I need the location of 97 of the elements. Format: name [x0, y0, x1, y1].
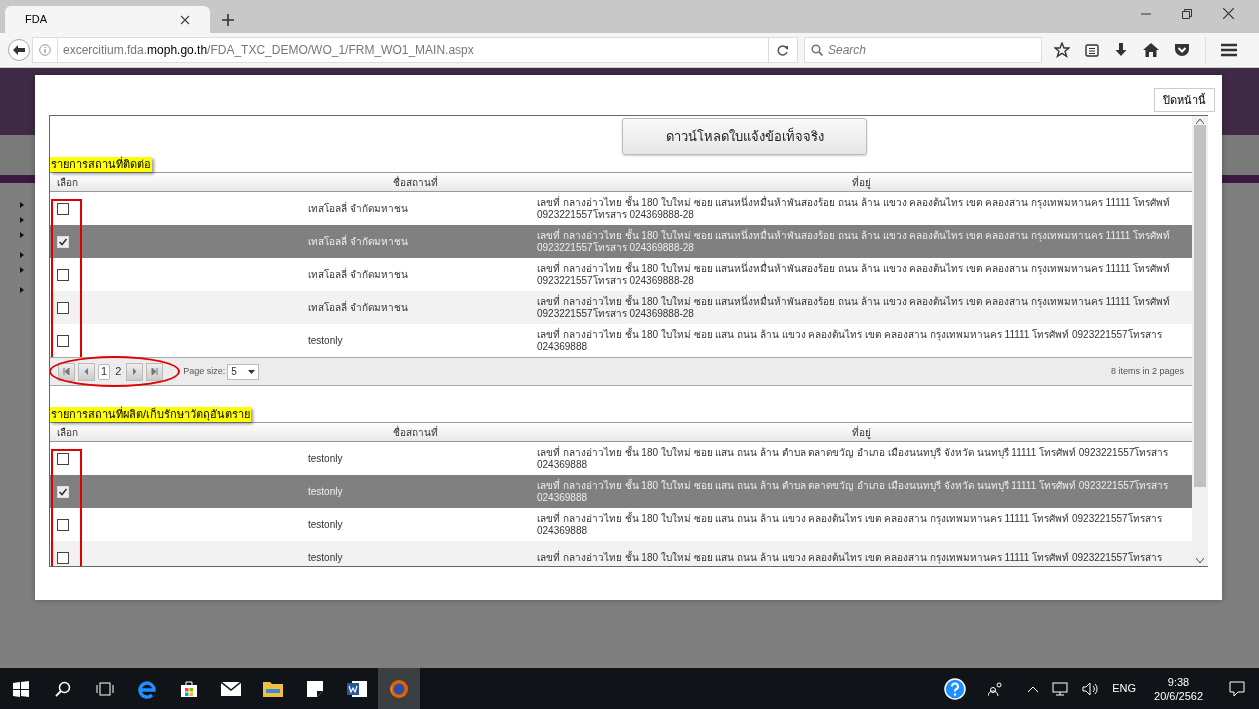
- page-size-label: Page size:: [183, 364, 226, 378]
- search-field[interactable]: Search: [804, 37, 1042, 63]
- pocket-icon[interactable]: [1174, 43, 1190, 57]
- page-link[interactable]: 2: [113, 363, 124, 380]
- shopping-bag-icon[interactable]: [180, 679, 198, 698]
- table-cell: เลขที่ กลางอ่าวไทย ชั้น 180 ใบใหม่ ซอย แสนหนึ่งหมื่นห้าพันสองร้อย ถนน ล้าน แขวง คลองต้นไทร เขต คลองสาน กรุงเทพมหานคร 11111 โทรศัพท์ 0923221557โทรสาร 024369888-28: [537, 262, 1171, 286]
- checkbox[interactable]: [57, 518, 69, 531]
- letter-e-icon[interactable]: [137, 678, 157, 699]
- note-icon[interactable]: [307, 680, 323, 697]
- bullet-icon: [20, 267, 24, 273]
- bullet-icon: [20, 252, 24, 258]
- folder-icon[interactable]: [263, 680, 283, 697]
- table-cell: testonly: [308, 485, 343, 497]
- table-cell: เลขที่ กลางอ่าวไทย ชั้น 180 ใบใหม่ ซอย แสน ถนน ล้าน แขวง คลองต้นไทร เขต คลองสาน กรุงเทพมหานคร 11111 โทรศัพท์ 0923221557โทรสาร 024369888: [537, 512, 1162, 536]
- table-cell: เลขที่ กลางอ่าวไทย ชั้น 180 ใบใหม่ ซอย แสน ถนน ล้าน แขวง คลองต้นไทร เขต คลองสาน กรุงเทพมหานคร 11111 โทรศัพท์ 0923221557โทรสาร: [537, 551, 1162, 563]
- star-icon[interactable]: [1054, 42, 1070, 58]
- bullet-icon: [20, 232, 24, 238]
- windows-logo-icon[interactable]: [13, 680, 29, 697]
- scrollbar[interactable]: [1192, 116, 1208, 566]
- next-page-button[interactable]: [126, 362, 144, 381]
- last-page-icon: [151, 368, 159, 375]
- task-view-icon[interactable]: [96, 681, 114, 696]
- search-icon: [811, 44, 823, 56]
- checkbox[interactable]: [57, 202, 69, 215]
- table-cell: เทสโอลลี่ จำกัดมหาชน: [308, 202, 408, 214]
- reload-icon[interactable]: [777, 44, 789, 56]
- caret-icon: [248, 369, 256, 374]
- table-cell: เทสโอลลี่ จำกัดมหาชน: [308, 301, 408, 313]
- previous-page-icon: [83, 368, 90, 375]
- table-cell: เลขที่ กลางอ่าวไทย ชั้น 180 ใบใหม่ ซอย แสน ถนน ล้าน ตำบล ตลาดขวัญ อำเภอ เมืองนนทบุรี จังหวัด นนทบุรี 11111 โทรศัพท์ 0923221557โทรสาร 024369888: [537, 446, 1169, 470]
- bullet-icon: [20, 202, 24, 208]
- table-cell: เลขที่ กลางอ่าวไทย ชั้น 180 ใบใหม่ ซอย แสนหนึ่งหมื่นห้าพันสองร้อย ถนน ล้าน แขวง คลองต้นไทร เขต คลองสาน กรุงเทพมหานคร 11111 โทรศัพท์ 0923221557โทรสาร 024369888-28: [537, 229, 1171, 253]
- first-page-button[interactable]: [58, 362, 75, 381]
- section-title: รายการสถานที่ติดต่อ: [50, 157, 152, 172]
- menu-icon[interactable]: [1221, 43, 1237, 57]
- speaker-icon[interactable]: [1082, 681, 1099, 696]
- fox-globe-icon[interactable]: [389, 678, 409, 699]
- document-w-icon[interactable]: [347, 679, 367, 698]
- table-cell: เทสโอลลี่ จำกัดมหาชน: [308, 268, 408, 280]
- table-row[interactable]: เทสโอลลี่ จำกัดมหาชน เลขที่ กลางอ่าวไทย ชั้น 180 ใบใหม่ ซอย แสนหนึ่งหมื่นห้าพันสองร้อย ถนน ล้าน แขวง คลองต้นไทร เขต คลองสาน กรุงเทพมหานคร 11111 โทรศัพท์ 0923221557โทรสาร 024369888-28: [50, 225, 1192, 258]
- column-header: เลือก: [56, 425, 79, 440]
- column-header: ที่อยู่: [850, 424, 872, 440]
- home-icon[interactable]: [1143, 43, 1159, 57]
- first-page-icon: [63, 368, 70, 375]
- browser-tab[interactable]: FDA: [5, 6, 210, 33]
- new-tab-icon[interactable]: [222, 13, 234, 26]
- last-page-button[interactable]: [146, 362, 164, 381]
- bullet-icon: [20, 217, 24, 223]
- checkbox[interactable]: [57, 452, 69, 465]
- back-button[interactable]: [8, 39, 30, 61]
- people-icon[interactable]: [988, 681, 1005, 696]
- table-row[interactable]: testonly เลขที่ กลางอ่าวไทย ชั้น 180 ใบใหม่ ซอย แสน ถนน ล้าน แขวง คลองต้นไทร เขต คลองสาน กรุงเทพมหานคร 11111 โทรศัพท์ 0923221557โทรสาร: [50, 541, 1192, 566]
- table-cell: testonly: [308, 551, 343, 563]
- table-cell: เลขที่ กลางอ่าวไทย ชั้น 180 ใบใหม่ ซอย แสน ถนน ล้าน ตำบล ตลาดขวัญ อำเภอ เมืองนนทบุรี จังหวัด นนทบุรี 11111 โทรศัพท์ 0923221557โทรสาร 024369888: [537, 479, 1169, 503]
- page-size-dropdown[interactable]: 5: [227, 363, 260, 380]
- reading-list-icon[interactable]: [1085, 43, 1099, 57]
- close-icon: [180, 14, 190, 25]
- next-page-icon: [131, 368, 139, 375]
- checkbox[interactable]: [57, 301, 69, 314]
- scroll-up-icon: [1196, 119, 1204, 124]
- table-cell: เทสโอลลี่ จำกัดมหาชน: [308, 235, 408, 247]
- table-row[interactable]: เทสโอลลี่ จำกัดมหาชน เลขที่ กลางอ่าวไทย ชั้น 180 ใบใหม่ ซอย แสนหนึ่งหมื่นห้าพันสองร้อย ถนน ล้าน แขวง คลองต้นไทร เขต คลองสาน กรุงเทพมหานคร 11111 โทรศัพท์ 0923221557โทรสาร 024369888-28: [50, 291, 1192, 324]
- download-button[interactable]: ดาวน์โหลดใบแจ้งข้อเท็จจริง: [622, 118, 867, 155]
- column-header: ชื่อสถานที่: [392, 424, 440, 440]
- bullet-icon: [20, 287, 24, 293]
- search-icon[interactable]: [55, 680, 71, 697]
- checkbox[interactable]: [57, 268, 69, 281]
- back-arrow-icon: [13, 45, 25, 55]
- page-link[interactable]: 1: [98, 363, 111, 380]
- restore-icon[interactable]: [1182, 8, 1192, 19]
- pager-summary: 8 items in 2 pages: [1110, 364, 1184, 378]
- checkbox[interactable]: [57, 334, 69, 347]
- table-cell: testonly: [308, 518, 343, 530]
- help-icon[interactable]: [944, 677, 967, 700]
- table-cell: testonly: [308, 452, 343, 464]
- table-cell: เลขที่ กลางอ่าวไทย ชั้น 180 ใบใหม่ ซอย แสนหนึ่งหมื่นห้าพันสองร้อย ถนน ล้าน แขวง คลองต้นไทร เขต คลองสาน กรุงเทพมหานคร 11111 โทรศัพท์ 0923221557โทรสาร 024369888-28: [537, 196, 1171, 220]
- table-cell: เลขที่ กลางอ่าวไทย ชั้น 180 ใบใหม่ ซอย แสนหนึ่งหมื่นห้าพันสองร้อย ถนน ล้าน แขวง คลองต้นไทร เขต คลองสาน กรุงเทพมหานคร 11111 โทรศัพท์ 0923221557โทรสาร 024369888-28: [537, 295, 1171, 319]
- checkbox[interactable]: [57, 551, 69, 564]
- table-cell: testonly: [308, 334, 343, 346]
- mail-icon[interactable]: [221, 681, 241, 696]
- column-header: เลือก: [56, 175, 79, 190]
- taskbar-button[interactable]: [378, 668, 420, 709]
- notification-icon[interactable]: [1229, 680, 1245, 697]
- network-icon[interactable]: [1052, 681, 1069, 696]
- scroll-down-icon: [1196, 558, 1204, 563]
- section-title: รายการสถานที่ผลิต/เก็บรักษาวัตถุอันตราย: [50, 407, 252, 422]
- language-indicator[interactable]: ENG: [1112, 680, 1137, 697]
- table-cell: เลขที่ กลางอ่าวไทย ชั้น 180 ใบใหม่ ซอย แสน ถนน ล้าน แขวง คลองต้นไทร เขต คลองสาน กรุงเทพมหานคร 11111 โทรศัพท์ 0923221557โทรสาร 024369888: [537, 328, 1162, 352]
- close-page-button[interactable]: ปิดหน้านี้: [1154, 88, 1215, 112]
- column-header: ที่อยู่: [850, 174, 872, 190]
- caret-up-icon[interactable]: [1028, 685, 1039, 692]
- column-header: ชื่อสถานที่: [392, 174, 440, 190]
- previous-page-button[interactable]: [78, 362, 95, 381]
- download-icon[interactable]: [1114, 43, 1128, 57]
- close-icon[interactable]: [1223, 8, 1234, 19]
- table-row[interactable]: testonly เลขที่ กลางอ่าวไทย ชั้น 180 ใบใหม่ ซอย แสน ถนน ล้าน ตำบล ตลาดขวัญ อำเภอ เมืองนนทบุรี จังหวัด นนทบุรี 11111 โทรศัพท์ 0923221557โทรสาร 024369888: [50, 475, 1192, 508]
- clock[interactable]: 9:38 20/6/2562: [1154, 674, 1203, 703]
